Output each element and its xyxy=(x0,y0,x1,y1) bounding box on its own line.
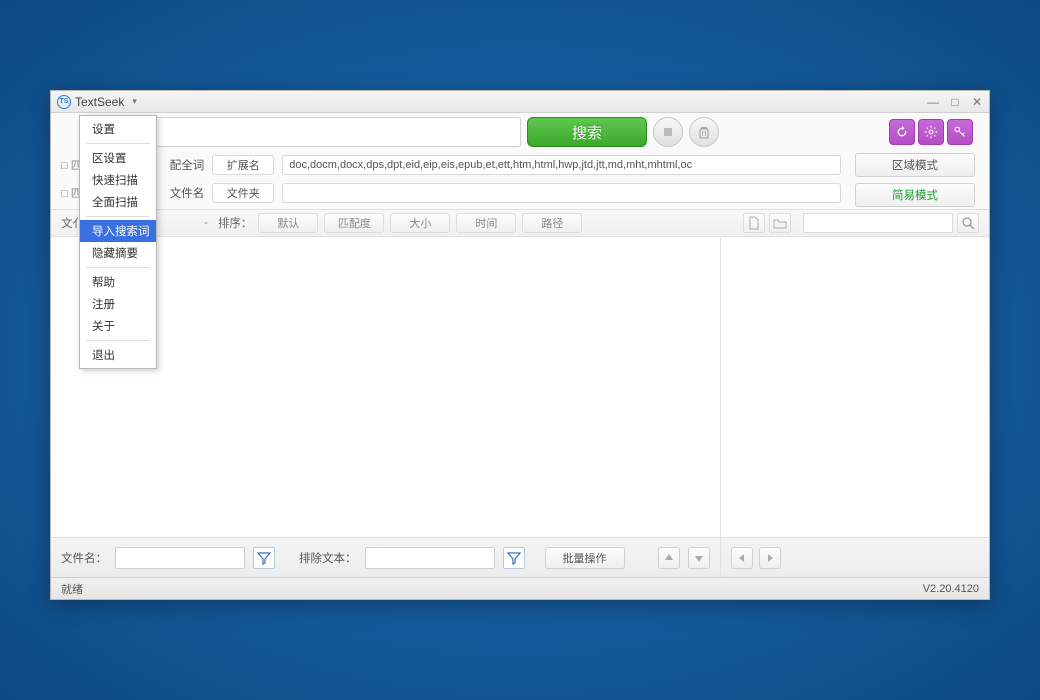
filter-row-1: □ 匹 配全词 扩展名 doc,docm,docx,dps,dpt,eid,ei… xyxy=(61,151,841,179)
main-content: 文件名： 排除文本： 批量操作 xyxy=(51,237,989,577)
menu-hide-summary[interactable]: 隐藏摘要 xyxy=(80,242,156,264)
menu-about[interactable]: 关于 xyxy=(80,315,156,337)
maximize-button[interactable]: □ xyxy=(949,96,961,108)
app-title: TextSeek xyxy=(75,95,124,109)
result-up-button[interactable] xyxy=(658,547,680,569)
folder-label[interactable]: 文件夹 xyxy=(212,183,274,203)
preview-search-input[interactable] xyxy=(803,213,953,233)
extensions-value[interactable]: doc,docm,docx,dps,dpt,eid,eip,eis,epub,e… xyxy=(282,155,841,175)
main-toolbar: 搜索 xyxy=(51,113,989,151)
preview-body xyxy=(721,237,989,537)
menu-settings[interactable]: 设置 xyxy=(80,118,156,140)
menu-zone-settings[interactable]: 区设置 xyxy=(80,147,156,169)
sort-path[interactable]: 路径 xyxy=(522,213,582,233)
refresh-icon[interactable] xyxy=(889,119,915,145)
exclude-text-input[interactable] xyxy=(365,547,495,569)
batch-ops-button[interactable]: 批量操作 xyxy=(545,547,625,569)
key-icon[interactable] xyxy=(947,119,973,145)
sort-size[interactable]: 大小 xyxy=(390,213,450,233)
exclude-text-label: 排除文本： xyxy=(299,550,357,566)
bottom-filter-bar: 文件名： 排除文本： 批量操作 xyxy=(51,537,720,577)
menu-help[interactable]: 帮助 xyxy=(80,271,156,293)
sort-label: 排序： xyxy=(218,215,253,231)
filename-filter-input[interactable] xyxy=(115,547,245,569)
sort-default[interactable]: 默认 xyxy=(258,213,318,233)
menu-register[interactable]: 注册 xyxy=(80,293,156,315)
folder-value[interactable] xyxy=(282,183,841,203)
preview-search-icon[interactable] xyxy=(957,213,979,233)
main-menu: 设置 区设置 快速扫描 全面扫描 导入搜索词 隐藏摘要 帮助 注册 关于 退出 xyxy=(79,115,157,369)
status-text: 就绪 xyxy=(61,581,83,597)
preview-prev-button[interactable] xyxy=(731,547,753,569)
minimize-button[interactable]: — xyxy=(927,96,939,108)
extensions-label[interactable]: 扩展名 xyxy=(212,155,274,175)
stop-button[interactable] xyxy=(653,117,683,147)
filename-filter-label: 文件名： xyxy=(61,550,107,566)
titlebar: TS TextSeek ▾ — □ ✕ xyxy=(51,91,989,113)
menu-full-scan[interactable]: 全面扫描 xyxy=(80,191,156,213)
menu-import-keywords[interactable]: 导入搜索词 xyxy=(80,220,156,242)
status-bar: 就绪 V2.20.4120 xyxy=(51,577,989,599)
result-down-button[interactable] xyxy=(688,547,710,569)
folder-icon[interactable] xyxy=(769,213,791,233)
clear-button[interactable] xyxy=(689,117,719,147)
search-button[interactable]: 搜索 xyxy=(527,117,647,147)
exclude-filter-icon[interactable] xyxy=(503,547,525,569)
search-input[interactable] xyxy=(151,117,521,147)
sort-time[interactable]: 时间 xyxy=(456,213,516,233)
menu-exit[interactable]: 退出 xyxy=(80,344,156,366)
title-dropdown-icon[interactable]: ▾ xyxy=(132,96,137,107)
close-button[interactable]: ✕ xyxy=(971,96,983,108)
easy-mode-button[interactable]: 简易模式 xyxy=(855,183,975,207)
app-window: TS TextSeek ▾ — □ ✕ 搜索 xyxy=(50,90,990,600)
version-text: V2.20.4120 xyxy=(923,583,979,595)
sort-relevance[interactable]: 匹配度 xyxy=(324,213,384,233)
app-logo-icon: TS xyxy=(57,95,71,109)
preview-pane xyxy=(721,237,989,577)
preview-nav xyxy=(721,537,989,577)
preview-next-button[interactable] xyxy=(759,547,781,569)
gear-icon[interactable] xyxy=(918,119,944,145)
menu-quick-scan[interactable]: 快速扫描 xyxy=(80,169,156,191)
filter-row-2: □ 匹 文件名 文件夹 xyxy=(61,179,841,207)
zone-mode-button[interactable]: 区域模式 xyxy=(855,153,975,177)
filename-filter-icon[interactable] xyxy=(253,547,275,569)
file-icon[interactable] xyxy=(743,213,765,233)
sort-bar: 文亻 - 排序： 默认 匹配度 大小 时间 路径 xyxy=(51,209,989,237)
